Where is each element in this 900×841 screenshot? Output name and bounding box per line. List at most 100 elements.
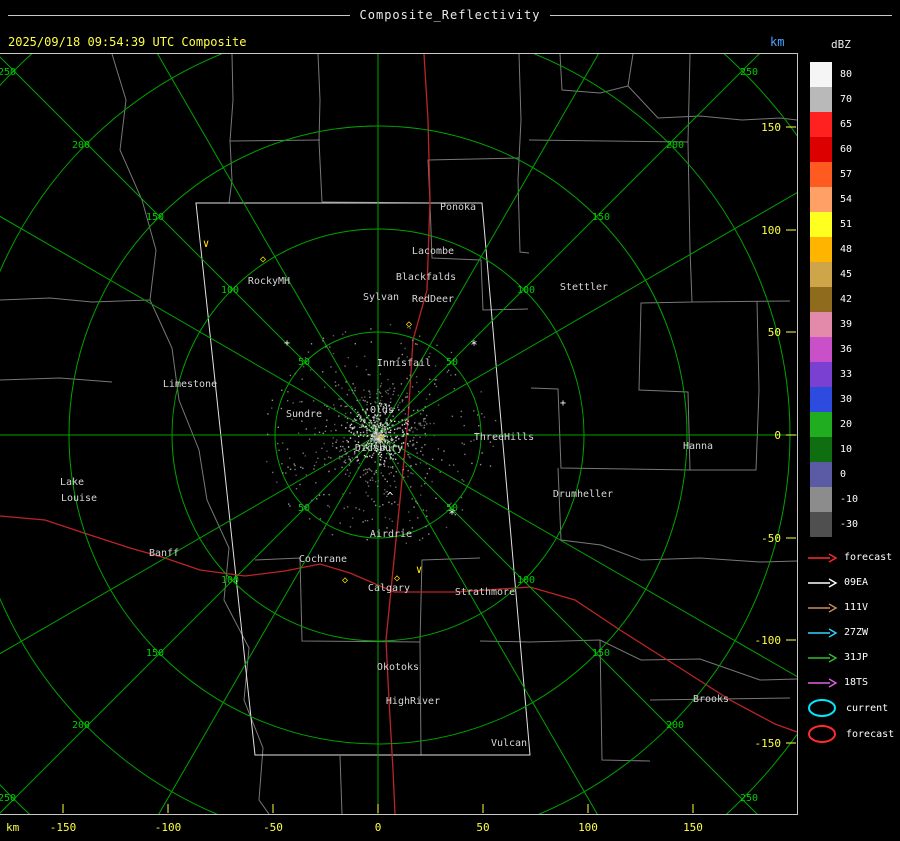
ring-distance-label: 100 xyxy=(221,285,239,296)
city-label: Cochrane xyxy=(299,554,347,565)
city-label: Didsbury xyxy=(355,443,403,454)
colorbar-level: -10 xyxy=(810,487,870,512)
legend-item: forecast xyxy=(806,545,894,570)
colorbar-value: 45 xyxy=(840,269,853,280)
bottom-axis-label: 0 xyxy=(374,821,382,834)
colorbar-swatch xyxy=(810,412,832,437)
colorbar-swatch xyxy=(810,187,832,212)
timestamp: 2025/09/18 09:54:39 UTC Composite xyxy=(8,35,247,49)
bottom-axis-label: -50 xyxy=(263,821,283,834)
colorbar-value: 60 xyxy=(840,144,853,155)
radar-map-canvas[interactable]: 50 100 150 200 250 50 100 150 200 250 50 100 150 200 2… xyxy=(0,54,797,814)
city-label: Airdrie xyxy=(370,529,412,540)
cross-marker: + xyxy=(560,398,566,409)
right-axis-label: 100 xyxy=(761,224,781,237)
colorbar-value: 48 xyxy=(840,244,853,255)
track-arrow-icon xyxy=(808,552,838,563)
colorbar-level: 39 xyxy=(810,312,870,337)
city-label: Hanna xyxy=(683,441,713,452)
boundary-line xyxy=(528,139,693,471)
legend-label: 31JP xyxy=(844,652,869,663)
legend-item: 27ZW xyxy=(806,620,894,645)
ring-distance-label: 250 xyxy=(0,67,16,78)
colorbar-unit-label: dBZ xyxy=(831,38,851,51)
city-label: RockyMH xyxy=(248,276,290,287)
colorbar-level: -30 xyxy=(810,512,870,537)
city-label: Lacombe xyxy=(412,246,454,257)
arrow-down-marker: ∨ xyxy=(203,237,210,250)
legend-label: 09EA xyxy=(844,577,869,588)
legend-label: 111V xyxy=(844,602,869,613)
boundary-line xyxy=(0,297,151,303)
colorbar-swatch xyxy=(810,87,832,112)
ring-distance-label: 100 xyxy=(517,575,535,586)
ring-distance-label: 250 xyxy=(0,793,16,804)
radar-map[interactable]: 50 100 150 200 250 50 100 150 200 250 50 100 150 200 2… xyxy=(0,54,797,814)
colorbar-swatch xyxy=(810,112,832,137)
colorbar-swatch xyxy=(810,312,832,337)
ring-distance-label: 150 xyxy=(146,212,164,223)
colorbar-value: 10 xyxy=(840,444,853,455)
legend-label: current xyxy=(846,702,889,714)
ring-distance-label: 250 xyxy=(740,67,758,78)
city-label: Stettler xyxy=(560,282,608,293)
legend-item: forecast xyxy=(806,721,894,747)
boundary-line xyxy=(229,139,321,142)
right-axis-label: 50 xyxy=(768,326,781,339)
legend-item: 09EA xyxy=(806,570,894,595)
right-axis-unit-label: km xyxy=(770,35,785,49)
caret-marker: ^ xyxy=(387,490,394,503)
track-arrow-icon xyxy=(808,627,838,638)
panel-divider xyxy=(797,53,798,815)
bottom-axis-label: -100 xyxy=(154,821,182,834)
colorbar-swatch xyxy=(810,437,832,462)
colorbar-level: 33 xyxy=(810,362,870,387)
colorbar-value: 36 xyxy=(840,344,853,355)
colorbar-swatch xyxy=(810,162,832,187)
ring-distance-label: 150 xyxy=(592,212,610,223)
colorbar-level: 60 xyxy=(810,137,870,162)
legend-label: 18TS xyxy=(844,677,869,688)
city-label: Banff xyxy=(149,548,179,559)
colorbar-level: 54 xyxy=(810,187,870,212)
legend-label: 27ZW xyxy=(844,627,869,638)
legend-item: 18TS xyxy=(806,670,894,695)
bottom-axis-label: -150 xyxy=(49,821,77,834)
track-legend: forecast 09EA 111V 27ZW 31JP 18TS current forec… xyxy=(806,545,894,747)
colorbar-swatch xyxy=(810,362,832,387)
track-arrow-icon xyxy=(808,677,838,688)
radar-sector-outline xyxy=(195,202,531,756)
city-label: Olds xyxy=(370,405,394,416)
boundary-line xyxy=(111,54,270,814)
boundary-line xyxy=(0,377,113,383)
ring-distance-label: 50 xyxy=(298,503,310,514)
window-title: Composite_Reflectivity xyxy=(359,8,541,22)
cross-marker: + xyxy=(284,338,290,349)
azimuth-spoke xyxy=(377,54,760,436)
city-label: Innisfail xyxy=(377,358,431,369)
ring-distance-label: 250 xyxy=(740,793,758,804)
current-ellipse-icon xyxy=(808,699,836,717)
colorbar-level: 57 xyxy=(810,162,870,187)
boundary-line xyxy=(557,467,797,563)
city-label: RedDeer xyxy=(412,294,454,305)
city-label: Louise xyxy=(61,493,97,504)
city-label: Lake xyxy=(60,477,84,488)
colorbar-value: 20 xyxy=(840,419,853,430)
track-arrow-icon xyxy=(808,652,838,663)
bottom-axis-unit: km xyxy=(6,821,20,834)
boundary-line xyxy=(517,54,530,254)
ring-distance-label: 200 xyxy=(666,720,684,731)
colorbar-swatch xyxy=(810,62,832,87)
city-label: Vulcan xyxy=(491,738,527,749)
boundary-line xyxy=(687,54,691,143)
radar-site-marker: ◇ xyxy=(378,432,384,443)
colorbar-level: 65 xyxy=(810,112,870,137)
radar-application: Composite_Reflectivity 2025/09/18 09:54:… xyxy=(0,0,900,841)
legend-item: 111V xyxy=(806,595,894,620)
city-label: Sundre xyxy=(286,409,322,420)
colorbar-swatch xyxy=(810,512,832,537)
colorbar-value: -10 xyxy=(840,494,859,505)
city-label: Drumheller xyxy=(553,489,613,500)
colorbar-value: 30 xyxy=(840,394,853,405)
